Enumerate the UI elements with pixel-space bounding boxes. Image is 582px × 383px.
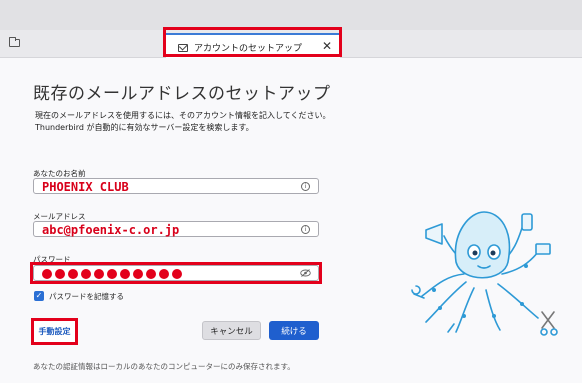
window-titlebar [0, 0, 582, 30]
cancel-button[interactable]: キャンセル [202, 321, 261, 340]
name-value: PHOENIX CLUB [42, 180, 129, 194]
password-label: パスワード [33, 255, 71, 264]
password-mask-dot [120, 269, 130, 279]
info-icon[interactable]: i [301, 225, 310, 234]
octopus-mascot [411, 211, 558, 336]
manual-config-button[interactable]: 手動設定 [31, 318, 78, 345]
email-field[interactable]: abc@pfoenix-c.or.jp i [33, 221, 319, 237]
remember-password-label: パスワードを記憶する [49, 292, 124, 301]
password-mask-dot [107, 269, 117, 279]
password-mask-dot [172, 269, 182, 279]
password-mask-dot [133, 269, 143, 279]
folder-icon[interactable] [9, 37, 20, 47]
continue-button[interactable]: 続ける [269, 321, 319, 340]
description-line-1: 現在のメールアドレスを使用するには、そのアカウント情報を記入してください。 [35, 111, 331, 120]
description-line-2: Thunderbird が自動的に有効なサーバー設定を検索します。 [35, 123, 254, 132]
password-mask-dot [42, 269, 52, 279]
email-value: abc@pfoenix-c.or.jp [42, 223, 180, 237]
password-mask [42, 269, 182, 279]
mail-settings-icon [178, 43, 188, 52]
eye-slash-icon[interactable] [300, 269, 311, 277]
tab-title: アカウントのセットアップ [194, 44, 303, 54]
name-field[interactable]: PHOENIX CLUB i [33, 178, 319, 194]
password-mask-dot [159, 269, 169, 279]
password-mask-dot [68, 269, 78, 279]
remember-password-checkbox[interactable]: ✓ [34, 291, 44, 301]
password-mask-dot [94, 269, 104, 279]
account-setup-panel: 既存のメールアドレスのセットアップ 現在のメールアドレスを使用するには、そのアカ… [0, 58, 582, 383]
password-mask-dot [146, 269, 156, 279]
password-field[interactable] [33, 265, 319, 281]
info-icon[interactable]: i [301, 182, 310, 191]
page-title: 既存のメールアドレスのセットアップ [33, 84, 331, 104]
footer-note: あなたの認証情報はローカルのあなたのコンピューターにのみ保存されます。 [33, 362, 295, 371]
tab-account-setup[interactable]: アカウントのセットアップ ✕ [166, 33, 340, 60]
password-mask-dot [55, 269, 65, 279]
password-mask-dot [81, 269, 91, 279]
close-icon[interactable]: ✕ [322, 39, 332, 53]
